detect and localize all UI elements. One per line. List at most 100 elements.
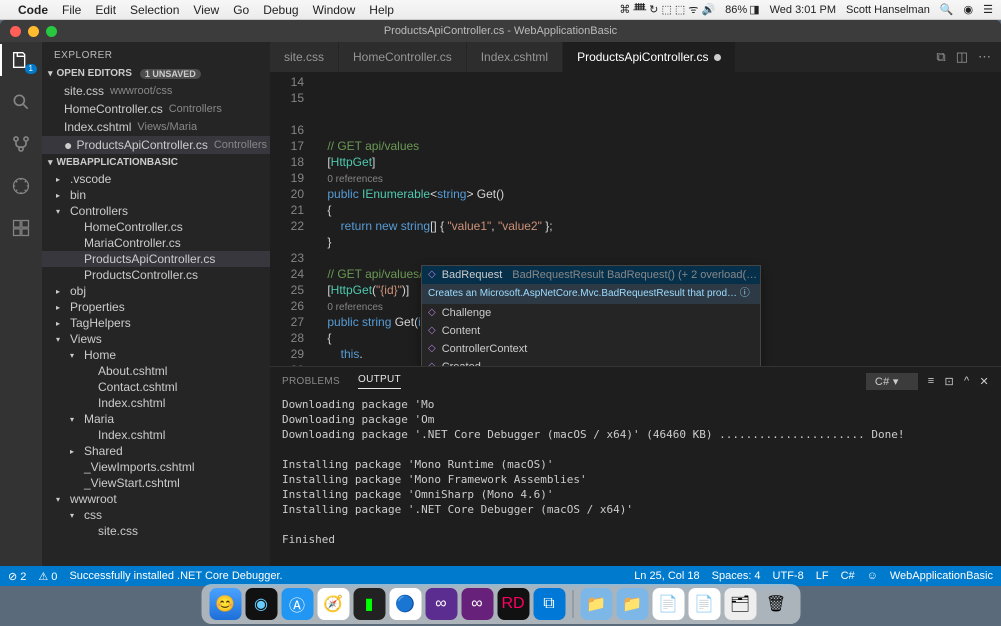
code-body[interactable]: ◇BadRequestBadRequestResult BadRequest()… xyxy=(314,72,1001,366)
tree-folder[interactable]: ▾css xyxy=(42,507,270,523)
open-editor-item[interactable]: HomeController.csControllers xyxy=(42,100,270,118)
dock-siri[interactable]: ◉ xyxy=(245,588,277,620)
tree-folder[interactable]: ▾wwwroot xyxy=(42,491,270,507)
notification-icon[interactable]: ☰ xyxy=(983,3,993,16)
minimize-icon[interactable] xyxy=(28,26,39,37)
open-editors-header[interactable]: ▾ OPEN EDITORS 1 UNSAVED xyxy=(42,65,270,82)
tree-file[interactable]: Contact.cshtml xyxy=(42,379,270,395)
tree-file[interactable]: _ViewStart.cshtml xyxy=(42,475,270,491)
intellisense-item[interactable]: ◇ControllerContext xyxy=(422,340,760,358)
tree-folder[interactable]: ▾Controllers xyxy=(42,203,270,219)
tree-file[interactable]: About.cshtml xyxy=(42,363,270,379)
clear-output-icon[interactable]: ≡ xyxy=(928,375,935,387)
open-log-icon[interactable]: ⊡ xyxy=(944,375,954,388)
mac-dock[interactable]: 😊 ◉ Ⓐ 🧭 ▮ 🔵 ∞ ∞ RD ⧉ 📁 📁 📄 📄 🗂 🗑 xyxy=(201,584,800,624)
dock-safari[interactable]: 🧭 xyxy=(317,588,349,620)
eol[interactable]: LF xyxy=(816,570,829,582)
dock-terminal[interactable]: ▮ xyxy=(353,588,385,620)
tree-file[interactable]: ProductsController.cs xyxy=(42,267,270,283)
explorer-icon[interactable]: 1 xyxy=(9,48,33,72)
tree-folder[interactable]: ▾Views xyxy=(42,331,270,347)
traffic-lights[interactable] xyxy=(10,26,57,37)
close-icon[interactable] xyxy=(10,26,21,37)
menu-file[interactable]: File xyxy=(62,3,81,17)
intellisense-popup[interactable]: ◇BadRequestBadRequestResult BadRequest()… xyxy=(421,265,761,366)
feedback-icon[interactable]: ☺ xyxy=(867,570,878,582)
split-compare-icon[interactable]: ⧉ xyxy=(936,49,945,65)
tree-folder[interactable]: ▸TagHelpers xyxy=(42,315,270,331)
dock-vs2[interactable]: ∞ xyxy=(461,588,493,620)
menu-help[interactable]: Help xyxy=(369,3,394,17)
editor-tab[interactable]: HomeController.cs xyxy=(339,42,467,72)
output-channel-select[interactable]: C# ▾ xyxy=(866,373,918,390)
extensions-icon[interactable] xyxy=(9,216,33,240)
indentation[interactable]: Spaces: 4 xyxy=(712,570,761,582)
dock-trash[interactable]: 🗑 xyxy=(760,588,792,620)
errors-count[interactable]: ⊘ 2 xyxy=(8,570,26,583)
menu-view[interactable]: View xyxy=(193,3,219,17)
tree-file[interactable]: ProductsApiController.cs xyxy=(42,251,270,267)
more-icon[interactable]: ⋯ xyxy=(978,49,991,65)
dock-finder[interactable]: 😊 xyxy=(209,588,241,620)
menu-debug[interactable]: Debug xyxy=(263,3,298,17)
split-editor-icon[interactable]: ◫ xyxy=(956,49,968,65)
open-editor-item[interactable]: site.csswwwroot/css xyxy=(42,82,270,100)
dock-stack[interactable]: 🗂 xyxy=(724,588,756,620)
dock-chrome[interactable]: 🔵 xyxy=(389,588,421,620)
tree-folder[interactable]: ▾Maria xyxy=(42,411,270,427)
cursor-position[interactable]: Ln 25, Col 18 xyxy=(634,570,699,582)
menu-selection[interactable]: Selection xyxy=(130,3,179,17)
encoding[interactable]: UTF-8 xyxy=(773,570,804,582)
tab-output[interactable]: OUTPUT xyxy=(358,374,401,389)
open-editor-item[interactable]: ●ProductsApiController.csControllers xyxy=(42,136,270,154)
editor-tab[interactable]: ProductsApiController.cs xyxy=(563,42,736,72)
dock-doc2[interactable]: 📄 xyxy=(688,588,720,620)
maximize-panel-icon[interactable]: ^ xyxy=(964,375,969,387)
debug-icon[interactable] xyxy=(9,174,33,198)
close-panel-icon[interactable]: ✕ xyxy=(979,375,989,388)
language-mode[interactable]: C# xyxy=(841,570,855,582)
git-icon[interactable] xyxy=(9,132,33,156)
tree-file[interactable]: Index.cshtml xyxy=(42,395,270,411)
project-header[interactable]: ▾ WEBAPPLICATIONBASIC xyxy=(42,154,270,171)
intellisense-item[interactable]: ◇Challenge xyxy=(422,304,760,322)
tree-file[interactable]: site.css xyxy=(42,523,270,539)
warnings-count[interactable]: ⚠ 0 xyxy=(38,570,57,583)
intellisense-item[interactable]: ◇Content xyxy=(422,322,760,340)
tree-folder[interactable]: ▸Shared xyxy=(42,443,270,459)
code-editor[interactable]: 1415161718192021222324252627282930313233… xyxy=(270,72,1001,366)
dock-rider[interactable]: RD xyxy=(497,588,529,620)
tree-folder[interactable]: ▸Properties xyxy=(42,299,270,315)
dock-folder[interactable]: 📁 xyxy=(580,588,612,620)
menu-window[interactable]: Window xyxy=(313,3,356,17)
tree-folder[interactable]: ▾Home xyxy=(42,347,270,363)
tab-actions: ⧉ ◫ ⋯ xyxy=(936,42,1001,72)
intellisense-item[interactable]: ◇Created xyxy=(422,358,760,366)
search-icon[interactable] xyxy=(9,90,33,114)
tab-problems[interactable]: PROBLEMS xyxy=(282,376,340,387)
dock-appstore[interactable]: Ⓐ xyxy=(281,588,313,620)
dock-folder2[interactable]: 📁 xyxy=(616,588,648,620)
menu-go[interactable]: Go xyxy=(233,3,249,17)
intellisense-item[interactable]: ◇BadRequestBadRequestResult BadRequest()… xyxy=(422,266,760,284)
open-editor-item[interactable]: Index.cshtmlViews/Maria xyxy=(42,118,270,136)
dock-vs[interactable]: ∞ xyxy=(425,588,457,620)
tree-folder[interactable]: ▸bin xyxy=(42,187,270,203)
editor-tab[interactable]: site.css xyxy=(270,42,339,72)
output-body[interactable]: Downloading package 'Mo Downloading pack… xyxy=(270,395,1001,566)
dock-doc1[interactable]: 📄 xyxy=(652,588,684,620)
menu-app[interactable]: Code xyxy=(18,3,48,17)
editor-tab[interactable]: Index.cshtml xyxy=(467,42,563,72)
project-name[interactable]: WebApplicationBasic xyxy=(890,570,993,582)
tree-file[interactable]: _ViewImports.cshtml xyxy=(42,459,270,475)
siri-icon[interactable]: ◉ xyxy=(964,3,974,16)
tree-file[interactable]: MariaController.cs xyxy=(42,235,270,251)
tree-folder[interactable]: ▸.vscode xyxy=(42,171,270,187)
search-icon[interactable]: 🔍 xyxy=(940,3,954,16)
menu-edit[interactable]: Edit xyxy=(95,3,116,17)
maximize-icon[interactable] xyxy=(46,26,57,37)
tree-file[interactable]: HomeController.cs xyxy=(42,219,270,235)
tree-file[interactable]: Index.cshtml xyxy=(42,427,270,443)
tree-folder[interactable]: ▸obj xyxy=(42,283,270,299)
dock-code[interactable]: ⧉ xyxy=(533,588,565,620)
